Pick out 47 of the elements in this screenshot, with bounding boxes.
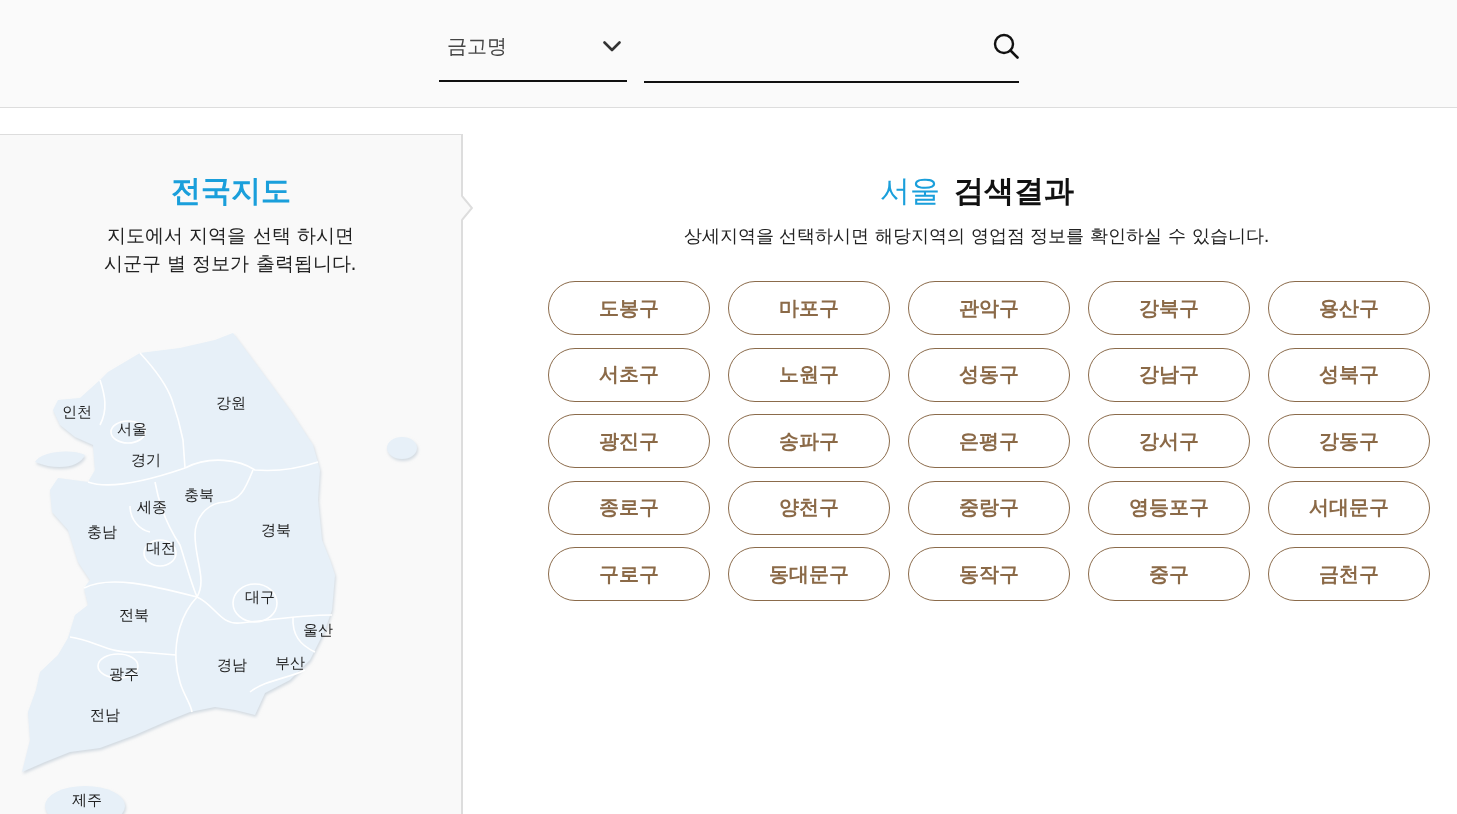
district-button[interactable]: 양천구 <box>728 480 890 535</box>
district-button[interactable]: 노원구 <box>728 347 890 402</box>
map-region-label[interactable]: 경기 <box>131 452 161 470</box>
district-button[interactable]: 종로구 <box>548 480 710 535</box>
map-region-label[interactable]: 전남 <box>90 707 120 725</box>
map-region-label[interactable]: 인천 <box>62 404 92 422</box>
map-region-label[interactable]: 경남 <box>217 657 247 675</box>
search-button[interactable] <box>992 32 1019 59</box>
district-button[interactable]: 중랑구 <box>908 480 1070 535</box>
district-button[interactable]: 마포구 <box>728 281 890 335</box>
map-region-label[interactable]: 경북 <box>261 522 291 540</box>
selected-region-title: 서울 <box>879 172 940 210</box>
district-button[interactable]: 서대문구 <box>1268 480 1430 535</box>
district-button[interactable]: 동대문구 <box>728 547 890 601</box>
district-button[interactable]: 강동구 <box>1268 414 1430 468</box>
district-button[interactable]: 송파구 <box>728 414 890 468</box>
district-button[interactable]: 용산구 <box>1268 281 1430 335</box>
district-button[interactable]: 구로구 <box>548 547 710 601</box>
district-button[interactable]: 금천구 <box>1268 547 1430 601</box>
district-button[interactable]: 중구 <box>1088 547 1250 601</box>
map-region-label[interactable]: 부산 <box>275 655 305 673</box>
district-button[interactable]: 동작구 <box>908 547 1070 601</box>
search-icon <box>992 32 1019 59</box>
category-dropdown[interactable]: 금고명 <box>438 26 627 82</box>
map-region-label[interactable]: 강원 <box>216 395 246 413</box>
district-button[interactable]: 서초구 <box>548 347 710 402</box>
map-region-label[interactable]: 울산 <box>303 622 333 640</box>
district-button[interactable]: 관악구 <box>908 281 1070 335</box>
panel-title: 전국지도 <box>170 172 291 210</box>
district-button[interactable]: 은평구 <box>908 414 1070 468</box>
map-region-label[interactable]: 광주 <box>109 666 139 684</box>
district-button[interactable]: 강북구 <box>1088 281 1250 335</box>
map-region-label[interactable]: 충북 <box>184 487 214 505</box>
district-button[interactable]: 강남구 <box>1088 347 1250 402</box>
map-region-label[interactable]: 전북 <box>119 607 149 625</box>
map-region-label[interactable]: 충남 <box>87 524 117 542</box>
panel-description: 지도에서 지역을 선택 하시면 시군구 별 정보가 출력됩니다. <box>104 223 357 276</box>
chevron-down-icon <box>602 40 621 52</box>
district-button[interactable]: 성동구 <box>908 347 1070 402</box>
district-button[interactable]: 광진구 <box>548 414 710 468</box>
results-description: 상세지역을 선택하시면 해당지역의 영업점 정보를 확인하실 수 있습니다. <box>683 224 1270 248</box>
map-region-label[interactable]: 세종 <box>137 499 167 517</box>
district-button[interactable]: 강서구 <box>1088 414 1250 468</box>
results-title: 검색결과 <box>953 172 1074 210</box>
district-button[interactable]: 성북구 <box>1268 347 1430 402</box>
district-button[interactable]: 도봉구 <box>548 281 710 335</box>
district-button[interactable]: 영등포구 <box>1088 480 1250 535</box>
